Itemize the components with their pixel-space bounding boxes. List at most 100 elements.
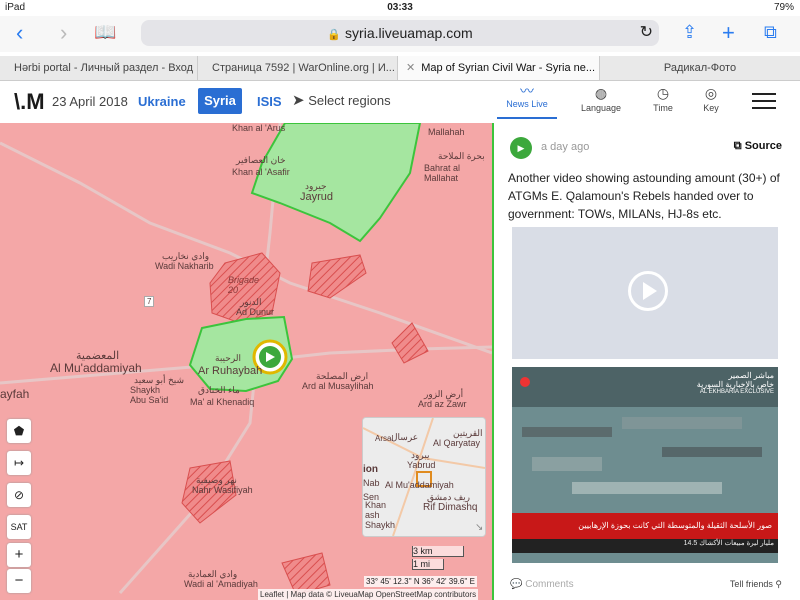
cursor-coordinates: 33° 45' 12.3'' N 36° 42' 39.6'' E <box>364 576 477 587</box>
youtube-icon: ▶ <box>510 137 532 159</box>
channel-brand: مباشر الصمير خاص بالإخبارية السورية AL E… <box>697 371 774 395</box>
zoom-out-button[interactable]: − <box>7 569 31 593</box>
battery-level: 79% <box>773 2 794 13</box>
map-label: Ad Dunur <box>236 307 275 317</box>
map-label: الرحيبة <box>215 353 242 363</box>
source-link[interactable]: ⧉ Source <box>734 140 782 153</box>
close-tab-icon[interactable]: ✕ <box>406 62 415 74</box>
overview-minimap[interactable]: ↘ عرسال Arsal القريتين Al Qaryatay يبرود… <box>362 417 486 537</box>
svg-text:↘: ↘ <box>475 522 483 533</box>
external-link-icon: ⧉ <box>733 140 742 152</box>
forward-icon[interactable]: › <box>60 20 67 46</box>
map-label: Al Mu'addamiyah <box>50 361 142 375</box>
browser-toolbar: ‹ › 📖 🔒 syria.liveuamap.com ↻ ⇪ + ⧉ <box>0 16 800 52</box>
tab-label: Радикал-Фото <box>663 62 737 74</box>
globe-icon: ◍ <box>594 85 608 101</box>
tab-news-live[interactable]: 〰 News Live <box>497 81 557 119</box>
region-link-isis[interactable]: ISIS <box>257 94 282 109</box>
map-label: Mallahah <box>428 127 465 137</box>
draw-polygon-icon[interactable]: ⬟ <box>7 419 31 443</box>
map-attribution[interactable]: Leaflet | Map data © LiveuaMap OpenStree… <box>258 589 479 600</box>
minimap-label: Al Qaryatay <box>433 438 481 448</box>
minimap-label: Nab <box>363 478 380 488</box>
tab-label: Hərbi portal - Личный раздел - Вход <box>14 62 194 74</box>
tab-label: Map of Syrian Civil War - Syria ne... <box>421 62 596 74</box>
browser-tabs: Hərbi portal - Личный раздел - Вход Стра… <box>0 56 800 81</box>
visibility-off-icon[interactable]: ⊘ <box>7 483 31 507</box>
map-label: Brigade 20 <box>228 275 260 295</box>
clock: 03:33 <box>387 2 413 13</box>
brand-line-3: AL EKHBARIA EXCLUSIVE <box>699 389 774 395</box>
share-icon[interactable]: ⇪ <box>682 22 697 43</box>
compass-icon: ◎ <box>704 85 718 101</box>
map-label: Bahrat al Mallahat <box>424 163 461 183</box>
tab-liveuamap[interactable]: ✕ Map of Syrian Civil War - Syria ne... <box>398 56 600 80</box>
tab-herbi[interactable]: Hərbi portal - Личный раздел - Вход <box>0 56 198 80</box>
tab-label: Страница 7592 | WarOnline.org | И... <box>212 62 395 74</box>
post-time: a day ago <box>541 141 590 153</box>
live-dot-icon <box>520 377 530 387</box>
select-regions-label: Select regions <box>308 93 391 108</box>
map-label: Shaykh Abu Sa'id <box>130 385 169 405</box>
tab-time-label: Time <box>653 103 673 113</box>
video-thumbnail[interactable]: مباشر الصمير خاص بالإخبارية السورية AL E… <box>512 367 778 563</box>
minimap-label: Yabrud <box>407 460 436 470</box>
rebel-area-jayrud[interactable] <box>250 123 422 243</box>
map-label: Nahr Wasifiyah <box>192 485 253 495</box>
lock-icon: 🔒 <box>327 29 342 41</box>
comment-icon: 💬 <box>510 579 523 590</box>
menu-icon[interactable] <box>752 93 776 114</box>
tell-friends-link[interactable]: Tell friends ⚲ <box>730 579 782 590</box>
play-icon[interactable] <box>628 271 668 311</box>
map-label: ayfah <box>0 387 30 401</box>
region-button-syria[interactable]: Syria <box>198 88 242 114</box>
minimap-label: ion <box>363 464 378 475</box>
address-bar[interactable]: 🔒 syria.liveuamap.com ↻ <box>141 20 659 46</box>
bookmarks-icon[interactable]: 📖 <box>94 22 116 43</box>
url-text: syria.liveuamap.com <box>345 25 473 41</box>
source-label: Source <box>744 140 782 152</box>
zoom-in-button[interactable]: + <box>7 543 31 567</box>
brand-line-2: خاص بالإخبارية السورية <box>696 380 774 389</box>
app-header: \.M 23 April 2018 Ukraine Syria ISIS ➤ S… <box>0 81 800 124</box>
comments-link[interactable]: 💬 Comments <box>510 579 574 590</box>
tab-key[interactable]: ◎ Key <box>681 85 741 113</box>
video-player[interactable] <box>512 227 778 359</box>
road-number: 7 <box>144 296 155 307</box>
minimap-label: Rif Dimashq <box>423 502 478 513</box>
map-view[interactable]: Khan al 'Arus Mallahah خان العصافير Khan… <box>0 123 494 600</box>
scale-km: 3 km <box>412 546 464 557</box>
contested-area[interactable] <box>307 254 367 299</box>
minimap-label: عرسال <box>391 432 419 442</box>
share-icon: ⚲ <box>775 579 782 589</box>
news-icon: 〰 <box>520 83 534 99</box>
panel-tabs: 〰 News Live ◍ Language ◷ Time ◎ Key <box>495 81 800 123</box>
region-link-ukraine[interactable]: Ukraine <box>138 94 186 109</box>
reload-icon[interactable]: ↻ <box>640 20 653 46</box>
map-label: بحرة الملاحة <box>438 151 485 161</box>
map-label: Wadi Nakharib <box>155 261 214 271</box>
select-regions-button[interactable]: ➤ Select regions <box>292 91 391 109</box>
tell-friends-label: Tell friends <box>729 579 773 589</box>
tab-radikal[interactable]: Радикал-Фото <box>600 56 800 80</box>
current-date[interactable]: 23 April 2018 <box>52 94 128 109</box>
post-text: Another video showing astounding amount … <box>508 171 780 221</box>
news-ticker: 14.5 مليار ليرة مبيعات الأكشاك <box>512 539 778 553</box>
comments-label: Comments <box>525 579 574 590</box>
liveuamap-logo-icon[interactable]: \.M <box>14 89 45 115</box>
map-label: Ard al Musaylihah <box>302 381 374 391</box>
map-label: Ar Ruhaybah <box>198 365 263 377</box>
tab-waronline[interactable]: Страница 7592 | WarOnline.org | И... <box>198 56 398 80</box>
satellite-toggle-button[interactable]: SAT <box>7 515 31 539</box>
map-label: ماء الخنادق <box>198 385 240 395</box>
tab-language[interactable]: ◍ Language <box>571 85 631 113</box>
minimap-label: Arsal <box>375 434 394 443</box>
expand-arrow-icon[interactable]: ↦ <box>7 451 31 475</box>
minimap-label: Al Mu'addamiyah <box>385 480 454 490</box>
scale-mi: 1 mi <box>412 559 444 570</box>
back-icon[interactable]: ‹ <box>16 20 23 46</box>
tabs-overview-icon[interactable]: ⧉ <box>764 22 777 43</box>
news-panel: ▶ a day ago ⧉ Source Another video showi… <box>494 123 800 600</box>
status-bar: iPad 03:33 79% <box>0 0 800 16</box>
new-tab-icon[interactable]: + <box>722 20 735 46</box>
